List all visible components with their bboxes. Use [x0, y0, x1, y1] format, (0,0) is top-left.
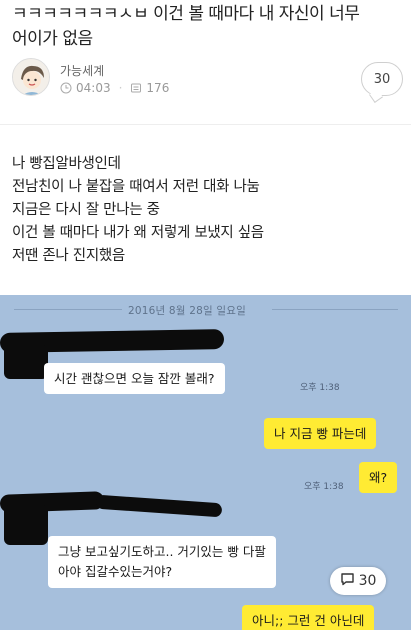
message-text: 왜?: [369, 470, 388, 485]
message-time: 오후 1:38: [304, 482, 344, 492]
message-time: 오후 1:38: [300, 383, 340, 393]
redaction-scribble: [4, 505, 48, 545]
speech-bubble-icon: [340, 572, 355, 590]
post-time: 04:03: [76, 81, 111, 95]
author-name[interactable]: 가능세계: [60, 62, 104, 79]
comment-count: 30: [373, 71, 391, 87]
redaction-scribble: [4, 345, 48, 379]
view-icon: [130, 82, 142, 94]
message-text: 아니;; 그런 건 아닌데: [252, 613, 365, 628]
floating-comment-button[interactable]: 30: [330, 567, 386, 595]
body-line: 전남친이 나 붙잡을 때여서 저런 대화 나눔: [12, 179, 260, 195]
post-title-line2: 어이가 없음: [12, 29, 93, 49]
body-line: 이건 볼 때마다 내가 왜 저렇게 보냈지 싶음: [12, 225, 264, 241]
chat-message-outgoing: 나 지금 빵 파는데: [264, 418, 377, 449]
divider: [0, 124, 411, 125]
message-text: 그냥 보고싶기도하고.. 거기있는 빵 다팔: [58, 544, 266, 559]
body-line: 저땐 존나 진지했음: [12, 248, 125, 264]
chat-message-outgoing: 아니;; 그런 건 아닌데: [242, 605, 375, 630]
comment-count-button[interactable]: 30: [361, 62, 403, 96]
message-text: 아야 집갈수있는거야?: [58, 564, 173, 579]
meta-separator: ·: [118, 81, 123, 95]
message-text: 시간 괜찮으면 오늘 잠깐 볼래?: [54, 371, 215, 386]
date-line-right: [272, 309, 398, 310]
post-body: 나 빵집알바생인데 전남친이 나 붙잡을 때여서 저런 대화 나눔 지금은 다시…: [12, 153, 264, 268]
body-line: 지금은 다시 잘 만나는 중: [12, 202, 160, 218]
chat-message-outgoing: 왜?: [359, 462, 398, 493]
chat-message-incoming: 시간 괜찮으면 오늘 잠깐 볼래?: [44, 363, 225, 394]
date-line-left: [14, 309, 122, 310]
post-meta: 04:03 · 176: [60, 81, 169, 95]
post-title: ㅋㅋㅋㅋㅋㅋㅋㅅㅂ 이건 볼 때마다 내 자신이 너무 어이가 없음: [12, 2, 408, 52]
chat-message-incoming: 그냥 보고싶기도하고.. 거기있는 빵 다팔 아야 집갈수있는거야?: [48, 536, 276, 588]
post-title-line1: ㅋㅋㅋㅋㅋㅋㅋㅅㅂ 이건 볼 때마다 내 자신이 너무: [12, 4, 360, 24]
clock-icon: [60, 82, 72, 94]
chat-date: 2016년 8월 28일 일요일: [128, 305, 246, 317]
message-text: 나 지금 빵 파는데: [274, 426, 367, 441]
redaction-scribble: [95, 494, 223, 518]
body-line: 나 빵집알바생인데: [12, 156, 121, 172]
view-count: 176: [146, 81, 170, 95]
author-row: 가능세계 04:03 · 176 30: [10, 58, 405, 104]
avatar[interactable]: [12, 58, 50, 96]
floating-comment-count: 30: [358, 573, 377, 589]
